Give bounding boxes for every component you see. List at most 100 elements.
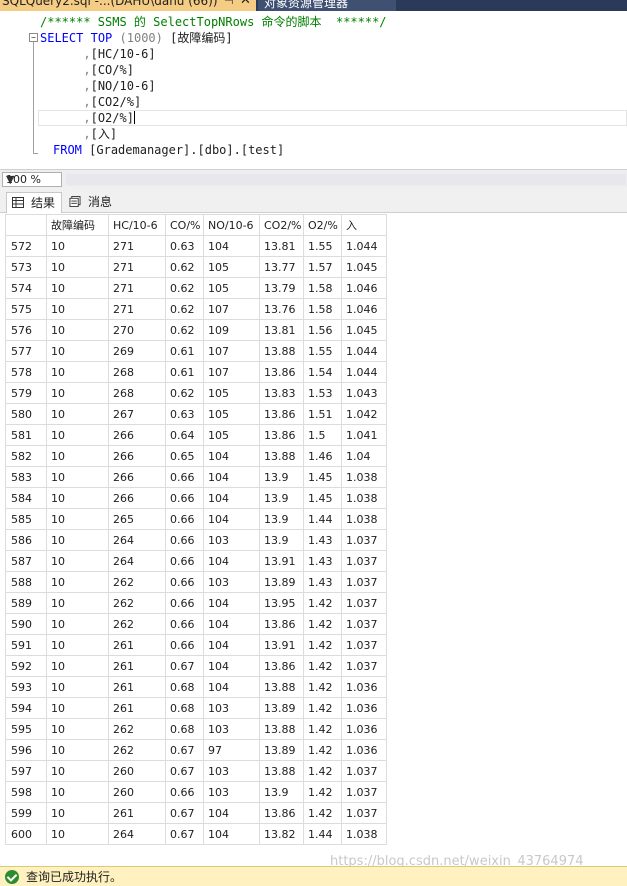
grid-cell[interactable]: 103	[203, 760, 260, 782]
grid-cell[interactable]: 13.95	[259, 592, 304, 614]
grid-cell[interactable]: 1.037	[341, 634, 387, 656]
grid-cell[interactable]: 13.9	[259, 529, 304, 551]
grid-cell[interactable]: 104	[203, 676, 260, 698]
grid-cell[interactable]: 13.9	[259, 781, 304, 803]
grid-cell[interactable]: 109	[203, 319, 260, 341]
table-row[interactable]: 590 10 262 0.66 104 13.86 1.42 1.037	[5, 613, 387, 635]
grid-cell[interactable]: 266	[108, 466, 166, 488]
grid-cell[interactable]: 1.42	[303, 634, 342, 656]
grid-cell[interactable]: 0.62	[165, 382, 204, 404]
table-row[interactable]: 596 10 262 0.67 97 13.89 1.42 1.036	[5, 739, 387, 761]
grid-cell[interactable]: 10	[46, 613, 109, 635]
grid-cell[interactable]: 10	[46, 571, 109, 593]
table-row[interactable]: 592 10 261 0.67 104 13.86 1.42 1.037	[5, 655, 387, 677]
column-header[interactable]: NO/10-6	[203, 214, 260, 236]
grid-cell[interactable]: 1.046	[341, 277, 387, 299]
grid-cell[interactable]: 0.68	[165, 697, 204, 719]
grid-cell[interactable]: 13.86	[259, 655, 304, 677]
row-number[interactable]: 592	[5, 655, 47, 677]
grid-cell[interactable]: 104	[203, 592, 260, 614]
grid-cell[interactable]: 1.04	[341, 445, 387, 467]
table-row[interactable]: 591 10 261 0.66 104 13.91 1.42 1.037	[5, 634, 387, 656]
grid-cell[interactable]: 271	[108, 277, 166, 299]
grid-cell[interactable]: 1.045	[341, 319, 387, 341]
grid-cell[interactable]: 266	[108, 487, 166, 509]
grid-cell[interactable]: 104	[203, 613, 260, 635]
grid-cell[interactable]: 105	[203, 256, 260, 278]
grid-cell[interactable]: 13.81	[259, 235, 304, 257]
table-row[interactable]: 575 10 271 0.62 107 13.76 1.58 1.046	[5, 298, 387, 320]
table-row[interactable]: 594 10 261 0.68 103 13.89 1.42 1.036	[5, 697, 387, 719]
grid-cell[interactable]: 104	[203, 802, 260, 824]
grid-cell[interactable]: 1.037	[341, 592, 387, 614]
grid-cell[interactable]: 1.42	[303, 697, 342, 719]
grid-cell[interactable]: 10	[46, 382, 109, 404]
grid-cell[interactable]: 262	[108, 571, 166, 593]
grid-cell[interactable]: 1.55	[303, 340, 342, 362]
table-row[interactable]: 584 10 266 0.66 104 13.9 1.45 1.038	[5, 487, 387, 509]
table-row[interactable]: 586 10 264 0.66 103 13.9 1.43 1.037	[5, 529, 387, 551]
grid-cell[interactable]: 0.67	[165, 655, 204, 677]
grid-cell[interactable]: 13.9	[259, 466, 304, 488]
grid-cell[interactable]: 13.86	[259, 802, 304, 824]
grid-cell[interactable]: 10	[46, 445, 109, 467]
grid-cell[interactable]: 107	[203, 340, 260, 362]
grid-cell[interactable]: 10	[46, 277, 109, 299]
grid-cell[interactable]: 1.42	[303, 739, 342, 761]
table-row[interactable]: 577 10 269 0.61 107 13.88 1.55 1.044	[5, 340, 387, 362]
table-row[interactable]: 589 10 262 0.66 104 13.95 1.42 1.037	[5, 592, 387, 614]
grid-cell[interactable]: 10	[46, 487, 109, 509]
grid-cell[interactable]: 0.64	[165, 424, 204, 446]
table-row[interactable]: 593 10 261 0.68 104 13.88 1.42 1.036	[5, 676, 387, 698]
grid-cell[interactable]: 1.046	[341, 298, 387, 320]
grid-cell[interactable]: 1.44	[303, 823, 342, 845]
row-number[interactable]: 577	[5, 340, 47, 362]
grid-cell[interactable]: 262	[108, 718, 166, 740]
table-row[interactable]: 574 10 271 0.62 105 13.79 1.58 1.046	[5, 277, 387, 299]
grid-cell[interactable]: 10	[46, 298, 109, 320]
grid-cell[interactable]: 1.54	[303, 361, 342, 383]
grid-cell[interactable]: 0.66	[165, 508, 204, 530]
grid-cell[interactable]: 1.037	[341, 529, 387, 551]
row-number[interactable]: 578	[5, 361, 47, 383]
grid-cell[interactable]: 271	[108, 235, 166, 257]
table-row[interactable]: 600 10 264 0.67 104 13.82 1.44 1.038	[5, 823, 387, 845]
row-number[interactable]: 580	[5, 403, 47, 425]
grid-cell[interactable]: 10	[46, 697, 109, 719]
grid-cell[interactable]: 261	[108, 802, 166, 824]
grid-cell[interactable]: 1.036	[341, 718, 387, 740]
grid-cell[interactable]: 1.53	[303, 382, 342, 404]
grid-cell[interactable]: 105	[203, 382, 260, 404]
grid-cell[interactable]: 1.42	[303, 781, 342, 803]
grid-cell[interactable]: 103	[203, 781, 260, 803]
row-number[interactable]: 584	[5, 487, 47, 509]
grid-cell[interactable]: 10	[46, 739, 109, 761]
grid-cell[interactable]: 1.037	[341, 613, 387, 635]
grid-cell[interactable]: 262	[108, 613, 166, 635]
row-number[interactable]: 597	[5, 760, 47, 782]
grid-cell[interactable]: 0.61	[165, 361, 204, 383]
grid-cell[interactable]: 103	[203, 571, 260, 593]
table-row[interactable]: 580 10 267 0.63 105 13.86 1.51 1.042	[5, 403, 387, 425]
grid-cell[interactable]: 1.42	[303, 676, 342, 698]
grid-cell[interactable]: 0.62	[165, 319, 204, 341]
grid-cell[interactable]: 13.89	[259, 739, 304, 761]
grid-cell[interactable]: 1.43	[303, 550, 342, 572]
grid-cell[interactable]: 1.038	[341, 823, 387, 845]
grid-cell[interactable]: 104	[203, 235, 260, 257]
grid-cell[interactable]: 103	[203, 529, 260, 551]
row-number[interactable]: 586	[5, 529, 47, 551]
grid-cell[interactable]: 10	[46, 319, 109, 341]
table-row[interactable]: 595 10 262 0.68 103 13.88 1.42 1.036	[5, 718, 387, 740]
pin-icon[interactable]: ⊣	[224, 0, 234, 7]
grid-cell[interactable]: 13.89	[259, 571, 304, 593]
grid-cell[interactable]: 1.036	[341, 739, 387, 761]
grid-cell[interactable]: 1.038	[341, 508, 387, 530]
grid-cell[interactable]: 0.63	[165, 403, 204, 425]
grid-cell[interactable]: 13.86	[259, 424, 304, 446]
row-number[interactable]: 575	[5, 298, 47, 320]
grid-cell[interactable]: 1.43	[303, 529, 342, 551]
grid-cell[interactable]: 265	[108, 508, 166, 530]
grid-cell[interactable]: 10	[46, 760, 109, 782]
grid-cell[interactable]: 13.88	[259, 340, 304, 362]
